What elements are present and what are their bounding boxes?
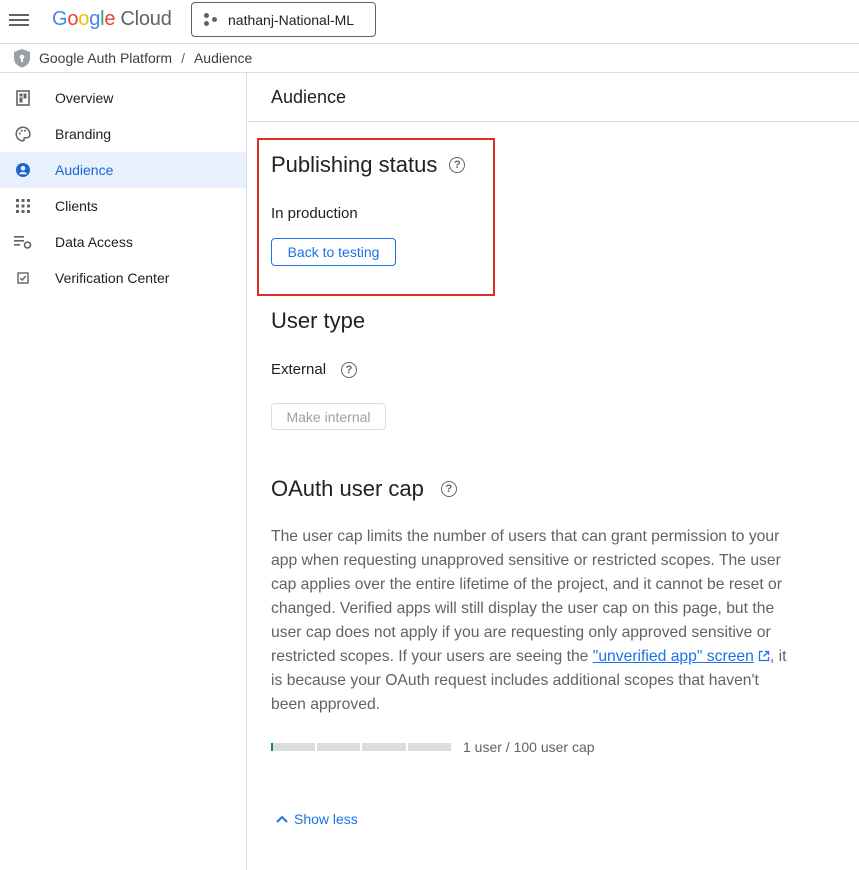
user-type-row: External ? <box>271 361 358 378</box>
oauth-user-cap-section: OAuth user cap ? <box>271 476 457 502</box>
user-type-title: User type <box>271 308 366 333</box>
make-internal-button: Make internal <box>271 403 386 430</box>
sidebar-item-label: Audience <box>55 162 114 178</box>
page-title: Audience <box>248 73 859 122</box>
account-circle-icon <box>14 161 32 179</box>
oauth-user-cap-title: OAuth user cap <box>271 476 424 501</box>
palette-icon <box>14 125 32 143</box>
user-cap-count: 1 user / 100 user cap <box>463 739 595 755</box>
dashboard-icon <box>14 89 32 107</box>
user-cap-description: The user cap limits the number of users … <box>271 525 791 717</box>
sidebar-item-label: Data Access <box>55 234 133 250</box>
help-icon[interactable]: ? <box>341 361 358 378</box>
sidebar-item-branding[interactable]: Branding <box>0 116 246 152</box>
apps-grid-icon <box>14 197 32 215</box>
breadcrumb-root-link[interactable]: Google Auth Platform <box>39 50 172 66</box>
main-content: Audience Publishing status ? In producti… <box>248 73 859 870</box>
breadcrumb-separator: / <box>181 50 185 66</box>
publishing-status-value: In production <box>271 205 358 222</box>
open-in-new-icon <box>758 650 770 662</box>
link-text: "unverified app" screen <box>592 648 754 665</box>
sidebar-item-label: Branding <box>55 126 112 142</box>
publishing-status-title: Publishing status <box>271 152 438 177</box>
unverified-app-screen-link[interactable]: "unverified app" screen <box>593 648 754 665</box>
sidebar-item-overview[interactable]: Overview <box>0 80 246 116</box>
user-cap-progress-bar <box>271 743 451 751</box>
progress-fill <box>271 743 273 751</box>
sidebar-item-data-access[interactable]: Data Access <box>0 224 246 260</box>
top-bar: Google Cloud nathanj-National-ML <box>0 0 859 44</box>
help-icon[interactable]: ? <box>449 157 466 173</box>
sidebar-item-label: Verification Center <box>55 270 170 286</box>
shield-icon <box>14 49 30 68</box>
project-name: nathanj-National-ML <box>228 11 355 28</box>
user-type-value: External <box>271 361 327 378</box>
checkbox-icon <box>14 269 32 287</box>
sidebar-item-clients[interactable]: Clients <box>0 188 246 224</box>
breadcrumb: Google Auth Platform / Audience <box>0 44 859 73</box>
sidebar: Overview Branding Audience Clients Data … <box>0 73 247 870</box>
breadcrumb-current: Audience <box>193 50 253 66</box>
publishing-status-section: Publishing status ? <box>271 152 466 178</box>
menu-icon[interactable] <box>9 11 29 31</box>
project-icon <box>204 12 218 27</box>
show-less-button[interactable]: Show less <box>275 811 358 827</box>
description-text: The user cap limits the number of users … <box>271 528 783 665</box>
sidebar-item-label: Clients <box>55 198 98 214</box>
sidebar-item-audience[interactable]: Audience <box>0 152 246 188</box>
project-picker-button[interactable]: nathanj-National-ML <box>191 2 376 37</box>
google-cloud-logo[interactable]: Google Cloud <box>52 8 172 31</box>
chevron-up-icon <box>276 815 288 823</box>
sidebar-item-verification-center[interactable]: Verification Center <box>0 260 246 296</box>
list-settings-icon <box>14 233 32 251</box>
sidebar-item-label: Overview <box>55 90 114 106</box>
show-less-label: Show less <box>294 811 358 827</box>
back-to-testing-button[interactable]: Back to testing <box>271 238 396 266</box>
help-icon[interactable]: ? <box>440 481 457 497</box>
